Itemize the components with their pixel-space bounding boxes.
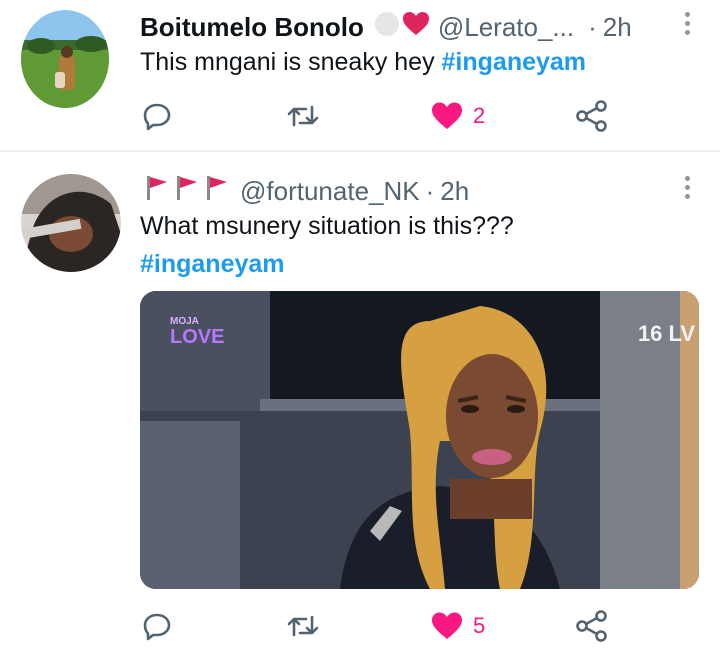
retweet-button[interactable] <box>286 606 320 646</box>
display-name[interactable]: Boitumelo Bonolo <box>140 12 364 43</box>
reply-button[interactable] <box>142 606 172 646</box>
retweet-button[interactable] <box>286 96 320 136</box>
avatar-image <box>21 174 121 272</box>
avatar-image <box>21 10 109 108</box>
tweet-1[interactable]: Boitumelo Bonolo @Lerato_... · 2h This m… <box>0 0 720 151</box>
share-button[interactable] <box>575 96 609 136</box>
timestamp[interactable]: 2h <box>440 176 469 207</box>
timestamp[interactable]: 2h <box>603 12 632 43</box>
more-icon[interactable] <box>685 12 690 35</box>
handle[interactable]: @fortunate_NK <box>240 176 420 207</box>
hashtag-link[interactable]: #inganeyam <box>140 247 285 281</box>
tweet-header: @fortunate_NK · 2h <box>146 172 469 210</box>
separator: · <box>588 11 597 42</box>
channel-number: 16 LV <box>637 321 695 346</box>
heart-icon <box>432 102 462 129</box>
like-button[interactable]: 5 <box>431 606 485 646</box>
retweet-icon <box>287 615 319 637</box>
share-icon <box>576 100 607 132</box>
retweet-icon <box>287 105 319 127</box>
like-button[interactable]: 2 <box>431 96 485 136</box>
like-count: 2 <box>473 103 486 128</box>
tweet-text: What msunery situation is this??? <box>140 212 514 240</box>
red-heart-emoji <box>402 11 430 44</box>
action-bar: 2 <box>140 96 640 136</box>
flag-icon <box>206 175 228 208</box>
reply-icon <box>143 103 171 131</box>
action-bar: 5 <box>140 606 640 646</box>
tweet-body: This mngani is sneaky hey <box>140 48 442 76</box>
reply-icon <box>143 613 171 641</box>
tweet-header: Boitumelo Bonolo @Lerato_... · 2h <box>140 8 632 46</box>
share-icon <box>576 610 607 642</box>
reply-button[interactable] <box>142 96 172 136</box>
handle[interactable]: @Lerato_... <box>438 12 574 43</box>
share-button[interactable] <box>575 606 609 646</box>
channel-logo: MOJA LOVE <box>170 317 225 348</box>
separator: · <box>425 175 435 206</box>
white-circle-emoji <box>374 11 400 44</box>
channel-logo-line2: LOVE <box>170 326 225 348</box>
hashtag-link[interactable]: #inganeyam <box>442 48 587 76</box>
tweet-2[interactable]: @fortunate_NK · 2h What msunery situatio… <box>0 152 720 660</box>
more-icon[interactable] <box>685 176 690 199</box>
avatar[interactable] <box>21 10 109 108</box>
like-count: 5 <box>473 613 486 638</box>
flag-icon <box>146 175 168 208</box>
flag-icon <box>176 175 198 208</box>
tweet-text: This mngani is sneaky hey #inganeyam <box>140 45 586 79</box>
avatar[interactable] <box>21 174 121 272</box>
tweet-media-image[interactable]: MOJA LOVE 16 LV <box>140 291 699 589</box>
heart-icon <box>432 612 462 639</box>
